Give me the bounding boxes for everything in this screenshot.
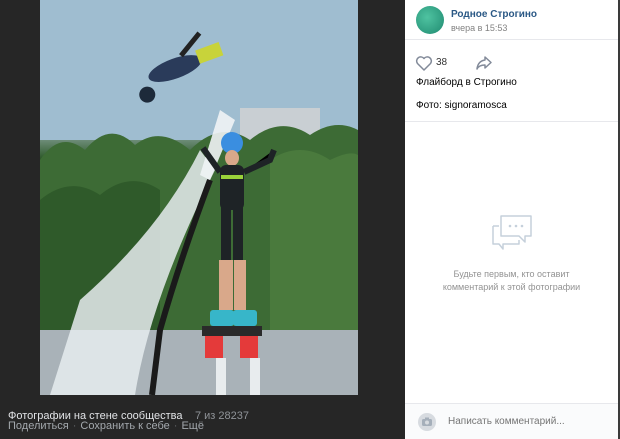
camera-icon (422, 417, 432, 426)
photo-description: Флайборд в Строгино (416, 77, 517, 88)
like-count: 38 (436, 57, 448, 68)
flyboard-photo-illustration (40, 0, 358, 395)
more-link[interactable]: Ещё (181, 420, 204, 432)
photo-actions: Поделиться · Сохранить к себе · Ещё (8, 420, 204, 432)
separator-dot: · (72, 420, 77, 432)
chat-bubbles-icon (492, 215, 532, 250)
share-link[interactable]: Поделиться (8, 420, 69, 432)
comment-bar (405, 403, 618, 439)
post-panel: Родное Строгино вчера в 15:53 38 Флайбор… (405, 0, 618, 439)
photo[interactable] (40, 0, 358, 395)
group-name[interactable]: Родное Строгино (451, 9, 537, 20)
heart-icon[interactable] (415, 55, 433, 71)
save-link[interactable]: Сохранить к себе (80, 420, 169, 432)
divider (405, 121, 618, 122)
comment-input[interactable] (448, 416, 608, 427)
photo-viewer: Фотографии на стене сообщества 7 из 2823… (0, 0, 404, 439)
no-comments-text: Будьте первым, кто оставит комментарий к… (442, 269, 581, 292)
camera-icon[interactable] (418, 413, 436, 431)
photo-credit: Фото: signoramosca (416, 100, 507, 111)
group-avatar[interactable] (416, 6, 444, 34)
post-time[interactable]: вчера в 15:53 (451, 23, 507, 33)
post-header: Родное Строгино вчера в 15:53 (405, 0, 618, 40)
share-arrow-icon[interactable] (475, 55, 493, 71)
separator-dot: · (173, 420, 178, 432)
